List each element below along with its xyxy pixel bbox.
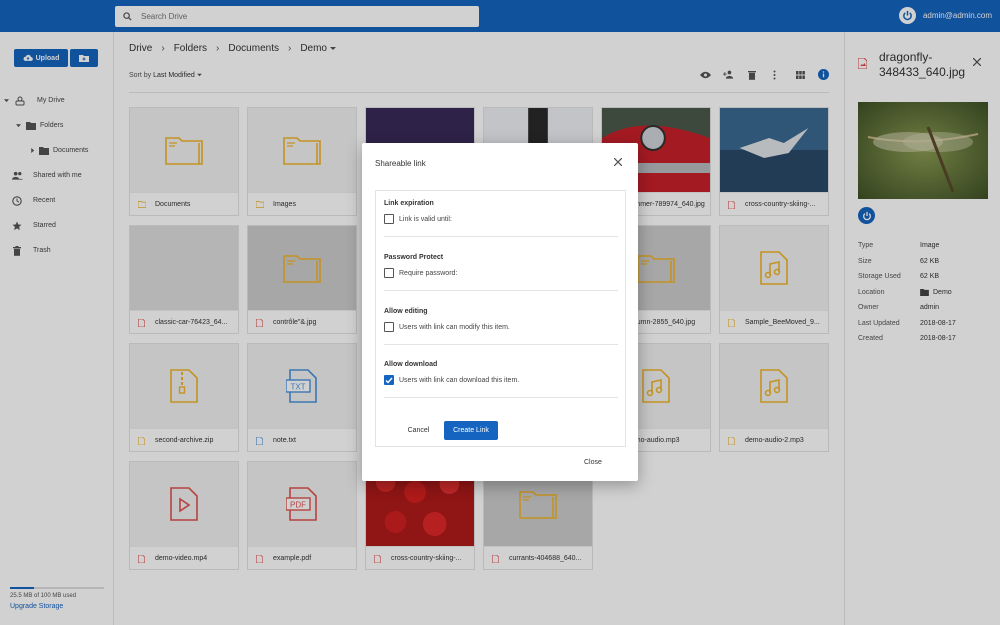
divider [384, 290, 618, 291]
dialog-content: Link expiration Link is valid until: Pas… [375, 190, 626, 447]
editing-checkbox[interactable] [384, 322, 394, 332]
close-button[interactable]: Close [584, 459, 602, 466]
dialog-title: Shareable link [375, 159, 426, 168]
section-heading: Allow download [384, 361, 438, 368]
option-label: Require password: [399, 269, 458, 277]
section-heading: Password Protect [384, 254, 444, 261]
allow-editing-section: Allow editing Users with link can modify… [384, 308, 618, 345]
section-heading: Allow editing [384, 308, 428, 315]
divider [384, 397, 618, 398]
download-checkbox[interactable] [384, 375, 394, 385]
option-label: Users with link can modify this item. [399, 323, 510, 331]
expiration-checkbox[interactable] [384, 214, 394, 224]
divider [384, 236, 618, 237]
password-checkbox[interactable] [384, 268, 394, 278]
section-heading: Link expiration [384, 200, 434, 207]
divider [384, 344, 618, 345]
allow-download-section: Allow download Users with link can downl… [384, 361, 618, 398]
cancel-button[interactable]: Cancel [396, 421, 441, 440]
close-icon[interactable] [614, 158, 622, 166]
option-label: Link is valid until: [399, 215, 452, 223]
shareable-link-dialog: Shareable link Link expiration Link is v… [362, 143, 638, 481]
password-section: Password Protect Require password: [384, 254, 618, 291]
link-expiration-section: Link expiration Link is valid until: [384, 200, 618, 237]
check-icon [385, 377, 393, 384]
option-label: Users with link can download this item. [399, 376, 520, 384]
create-link-button[interactable]: Create Link [444, 421, 498, 440]
